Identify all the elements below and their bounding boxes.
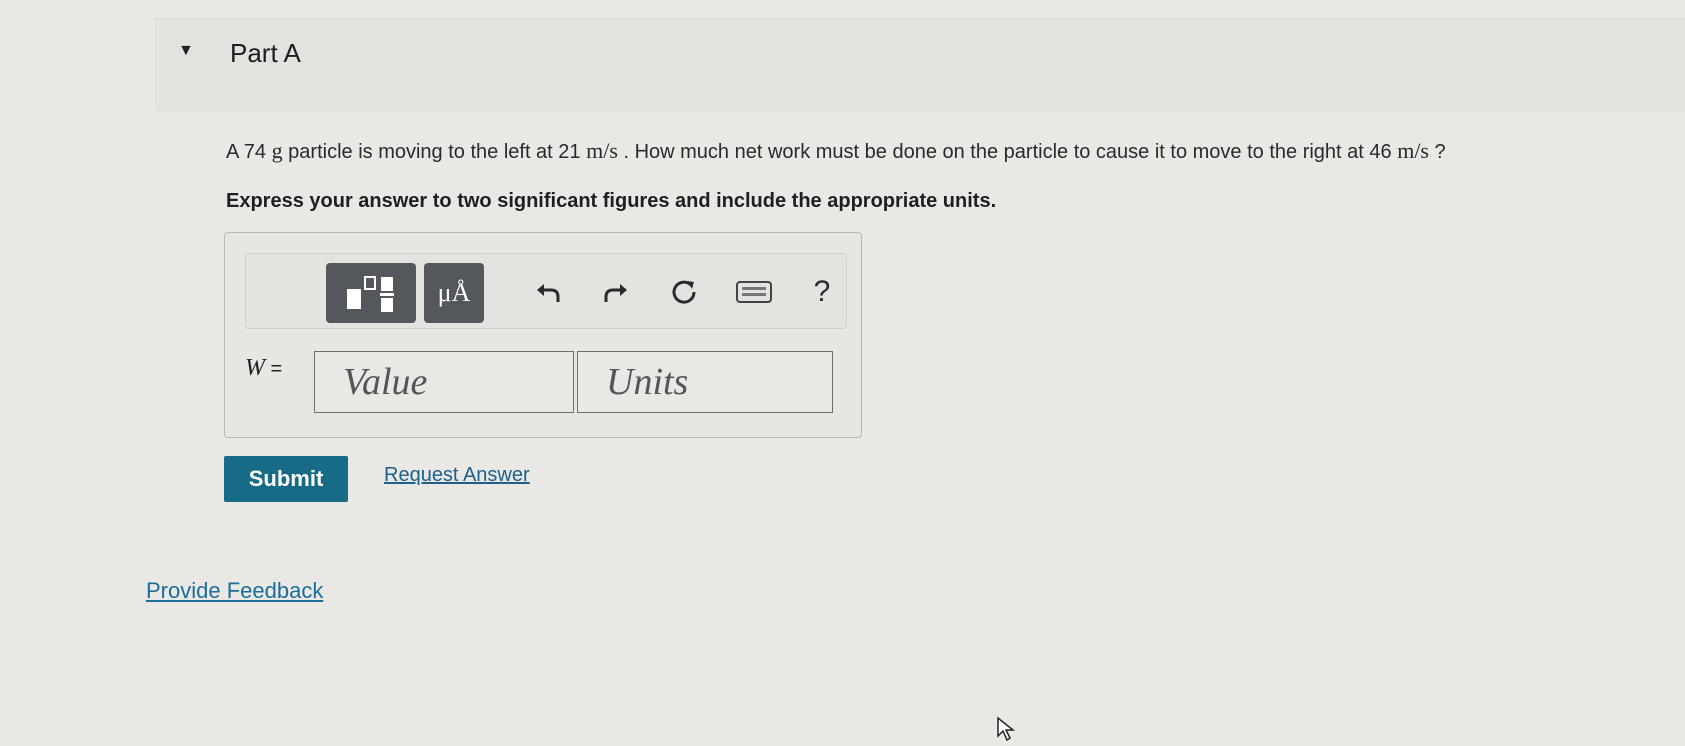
part-title[interactable]: Part A	[230, 38, 301, 69]
mouse-cursor-icon	[997, 716, 1016, 742]
equals-sign: =	[265, 358, 283, 380]
question-mid-1: particle is moving to the left at 21	[282, 141, 587, 163]
math-toolbar: μÅ ?	[245, 253, 847, 329]
question-prefix: A 74	[226, 141, 272, 163]
unit-grams: g	[271, 138, 283, 163]
unit-meters-per-second-2: m/s	[1397, 138, 1429, 163]
request-answer-link[interactable]: Request Answer	[384, 464, 530, 487]
units-button[interactable]: μÅ	[424, 263, 484, 323]
provide-feedback-link[interactable]: Provide Feedback	[146, 578, 323, 604]
reset-icon[interactable]	[664, 272, 704, 312]
redo-icon[interactable]	[596, 272, 636, 312]
question-mid-2: . How much net work must be done on the …	[617, 141, 1398, 163]
question-suffix: ?	[1429, 141, 1446, 163]
submit-button[interactable]: Submit	[224, 456, 348, 502]
undo-icon[interactable]	[528, 272, 568, 312]
help-icon[interactable]: ?	[802, 272, 842, 312]
variable-label: W =	[245, 355, 282, 382]
value-input[interactable]: Value	[314, 351, 574, 413]
templates-icon	[347, 276, 394, 312]
collapse-caret-icon[interactable]: ▼	[178, 42, 194, 60]
unit-meters-per-second-1: m/s	[586, 138, 618, 163]
units-input[interactable]: Units	[577, 351, 833, 413]
question-text: A 74 g particle is moving to the left at…	[226, 138, 1446, 164]
part-header	[155, 18, 1685, 111]
instruction-text: Express your answer to two significant f…	[226, 190, 997, 212]
answer-panel: μÅ ? W = Value Units	[224, 232, 862, 438]
templates-button[interactable]	[326, 263, 416, 323]
variable-name: W	[245, 355, 265, 381]
keyboard-icon[interactable]	[734, 272, 774, 312]
